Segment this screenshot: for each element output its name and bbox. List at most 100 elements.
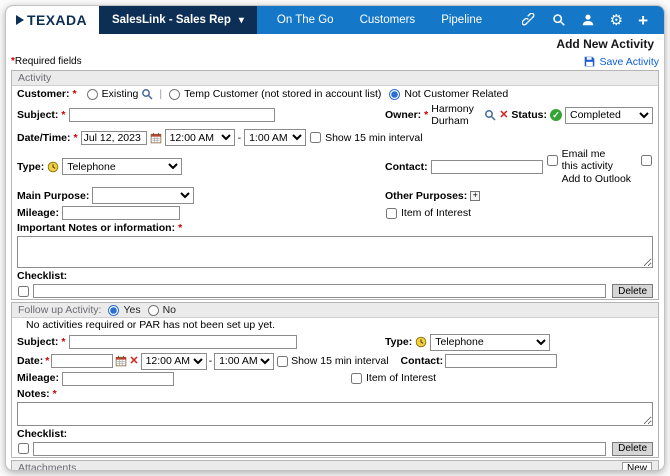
- required-star: *: [74, 132, 78, 144]
- fu-type-select[interactable]: Telephone: [430, 334, 550, 351]
- activity-section-header: Activity: [12, 71, 658, 86]
- fu-contact-label: Contact:: [401, 355, 444, 367]
- fu-checklist-checkbox[interactable]: [18, 443, 29, 454]
- other-purposes-expand-icon[interactable]: +: [470, 191, 480, 201]
- user-icon[interactable]: [581, 13, 595, 27]
- required-star: *: [61, 336, 65, 348]
- subject-input[interactable]: [69, 108, 275, 122]
- activity-header-label: Activity: [18, 72, 51, 84]
- subject-label: Subject:: [17, 109, 58, 121]
- fu-mileage-input[interactable]: [62, 372, 174, 386]
- fu-mileage-row: Mileage: Item of Interest: [12, 371, 658, 387]
- type-label: Type:: [17, 161, 44, 173]
- required-note: *Required fields: [11, 56, 82, 67]
- fu-item-of-interest-checkbox[interactable]: [351, 373, 362, 384]
- item-of-interest-checkbox[interactable]: [386, 208, 397, 219]
- owner-clear-icon[interactable]: ✕: [499, 110, 508, 121]
- add-to-outlook-checkbox[interactable]: [641, 155, 652, 166]
- email-me-checkbox[interactable]: [547, 155, 558, 166]
- fu-date-input[interactable]: [51, 354, 113, 368]
- customer-search-icon[interactable]: [141, 88, 153, 100]
- followup-message-row: No activities required or PAR has not be…: [12, 318, 658, 332]
- followup-no-option[interactable]: No: [147, 304, 176, 316]
- customer-temp-radio[interactable]: [169, 89, 180, 100]
- fu-notes-label: Notes:: [17, 388, 50, 400]
- main-purpose-select[interactable]: [92, 187, 194, 204]
- nav-links: On The Go Customers Pipeline: [277, 14, 482, 26]
- fu-time-from-select[interactable]: 12:00 AM: [141, 353, 207, 370]
- required-star: *: [53, 388, 57, 400]
- add-icon[interactable]: +: [638, 12, 648, 29]
- nav-pipeline[interactable]: Pipeline: [441, 14, 482, 26]
- status-label: Status:: [511, 109, 547, 121]
- fu-subject-label: Subject:: [17, 336, 58, 348]
- contact-input[interactable]: [431, 160, 543, 174]
- fu-contact-input[interactable]: [445, 354, 557, 368]
- customer-existing-option[interactable]: Existing: [86, 88, 139, 100]
- customer-existing-radio[interactable]: [87, 89, 98, 100]
- followup-section-header: Follow up Activity: Yes No: [12, 303, 658, 318]
- customer-temp-option[interactable]: Temp Customer (not stored in account lis…: [168, 88, 381, 100]
- nav-customers[interactable]: Customers: [360, 14, 416, 26]
- time-to-select[interactable]: 1:00 AM: [244, 129, 306, 146]
- mileage-row: Mileage: Item of Interest: [12, 205, 658, 221]
- fu-notes-label-row: Notes: *: [12, 387, 658, 401]
- required-star: *: [178, 222, 182, 234]
- calendar-icon[interactable]: [150, 132, 162, 144]
- search-icon[interactable]: [552, 13, 566, 27]
- fu-date-clear-icon[interactable]: ✕: [129, 356, 138, 367]
- fu-time-to-select[interactable]: 1:00 AM: [214, 353, 274, 370]
- checklist-label: Checklist:: [17, 270, 67, 282]
- status-select[interactable]: Completed: [565, 107, 653, 124]
- checklist-checkbox[interactable]: [18, 286, 29, 297]
- fu-checklist-delete-button[interactable]: Delete: [612, 442, 653, 456]
- checklist-label-row: Checklist:: [12, 269, 658, 283]
- owner-search-icon[interactable]: [484, 109, 496, 121]
- interval-checkbox[interactable]: [310, 132, 321, 143]
- main-purpose-label: Main Purpose:: [17, 190, 89, 202]
- save-activity-label: Save Activity: [599, 56, 659, 68]
- link-icon[interactable]: [522, 13, 537, 28]
- checklist-input[interactable]: [33, 284, 606, 298]
- fu-interval-checkbox[interactable]: [277, 356, 288, 367]
- activity-section: Activity Customer: * Existing |: [11, 70, 659, 300]
- important-notes-textarea[interactable]: [17, 236, 653, 268]
- customer-existing-label: Existing: [102, 88, 139, 100]
- customer-not-related-radio[interactable]: [389, 89, 400, 100]
- fu-item-of-interest-label: Item of Interest: [366, 372, 436, 384]
- attachments-new-button[interactable]: New: [622, 462, 652, 470]
- date-input[interactable]: [81, 131, 147, 145]
- mileage-input[interactable]: [62, 206, 180, 220]
- datetime-label: Date/Time:: [17, 132, 71, 144]
- customer-not-related-option[interactable]: Not Customer Related: [388, 88, 508, 100]
- fu-type-label: Type:: [385, 336, 412, 348]
- time-from-select[interactable]: 12:00 AM: [165, 129, 235, 146]
- attachments-section-header: Attachments New: [12, 461, 658, 470]
- form-area: *Required fields Save Activity Activity: [6, 54, 664, 470]
- type-contact-row: Type: Telephone Contact:: [12, 147, 658, 186]
- important-notes-label: Important Notes or information:: [17, 222, 175, 234]
- customer-not-related-label: Not Customer Related: [404, 88, 508, 100]
- fu-checklist-input[interactable]: [33, 442, 606, 456]
- interval-label: Show 15 min interval: [325, 132, 422, 144]
- app-switcher-menu[interactable]: SalesLink - Sales Rep ▾: [99, 6, 257, 34]
- fu-interval-label: Show 15 min interval: [291, 355, 388, 367]
- save-activity-button[interactable]: Save Activity: [584, 56, 659, 68]
- activity-type-icon: [47, 161, 59, 173]
- fu-subject-input[interactable]: [69, 335, 297, 349]
- page-title-bar: Add New Activity: [6, 34, 664, 54]
- type-select[interactable]: Telephone: [62, 158, 182, 175]
- fu-notes-textarea[interactable]: [17, 402, 653, 426]
- followup-yes-label: Yes: [123, 304, 140, 316]
- checklist-delete-button[interactable]: Delete: [612, 284, 653, 298]
- gear-icon[interactable]: ⚙: [610, 13, 623, 28]
- status-complete-icon[interactable]: ✓: [550, 109, 562, 121]
- followup-no-label: No: [163, 304, 176, 316]
- attachments-section: Attachments New: [11, 460, 659, 470]
- followup-no-radio[interactable]: [148, 305, 159, 316]
- fu-calendar-icon[interactable]: [115, 355, 127, 367]
- fu-mileage-label: Mileage:: [17, 372, 59, 384]
- followup-yes-option[interactable]: Yes: [107, 304, 140, 316]
- followup-yes-radio[interactable]: [108, 305, 119, 316]
- nav-on-the-go[interactable]: On The Go: [277, 14, 334, 26]
